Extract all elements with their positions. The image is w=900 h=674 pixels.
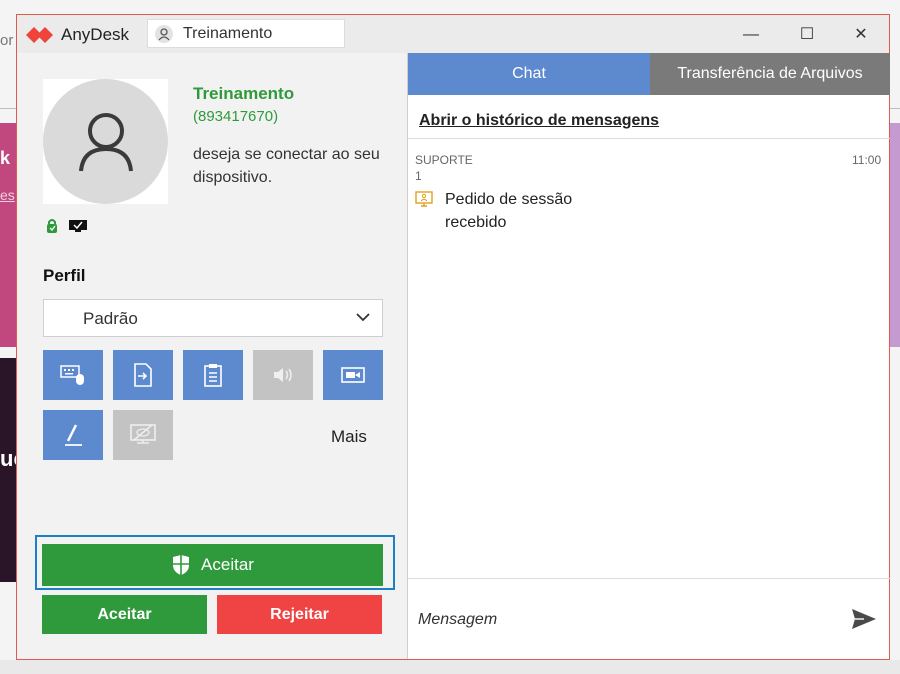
keyboard-mouse-icon xyxy=(60,365,84,385)
profile-select[interactable]: Padrão xyxy=(43,299,383,337)
person-icon xyxy=(79,113,133,172)
background-heading: k xyxy=(0,148,11,168)
maximize-button[interactable]: ☐ xyxy=(795,23,819,47)
background-footer xyxy=(0,660,900,674)
tab-file-transfer[interactable]: Transferência de Arquivos xyxy=(650,53,890,95)
compose-divider xyxy=(408,578,890,579)
accept-elevated-label: Aceitar xyxy=(201,555,254,574)
anydesk-window: AnyDesk Treinamento — ☐ ✕ Treinamento (8… xyxy=(16,14,890,660)
shield-icon xyxy=(173,555,190,575)
chat-panel: Chat Transferência de Arquivos Abrir o h… xyxy=(407,53,890,659)
message-time: 11:00 xyxy=(852,153,882,167)
avatar xyxy=(43,79,168,204)
peer-id: (893417670) xyxy=(193,108,279,125)
monitor-check-icon xyxy=(69,220,87,232)
message-sender: SUPORTE xyxy=(415,153,473,167)
keyboard-mouse-permission-button[interactable] xyxy=(43,350,103,400)
file-transfer-permission-button[interactable] xyxy=(113,350,173,400)
send-icon[interactable] xyxy=(850,607,878,631)
divider xyxy=(408,138,890,139)
video-permission-button[interactable] xyxy=(323,350,383,400)
user-icon xyxy=(155,25,173,43)
clipboard-icon xyxy=(204,364,222,387)
privacy-screen-icon xyxy=(130,424,156,444)
privacy-screen-permission-button[interactable] xyxy=(113,410,173,460)
sound-permission-button[interactable] xyxy=(253,350,313,400)
more-permissions-link[interactable]: Mais xyxy=(331,427,367,447)
draw-icon xyxy=(65,424,82,446)
close-button[interactable]: ✕ xyxy=(849,23,873,47)
tab-file-transfer-label: Transferência de Arquivos xyxy=(677,65,863,82)
session-tab-label: Treinamento xyxy=(183,25,273,42)
anydesk-logo-icon xyxy=(26,27,53,43)
background-link[interactable]: es xyxy=(0,187,15,203)
accept-button[interactable]: Aceitar xyxy=(42,595,207,634)
session-tab[interactable]: Treinamento xyxy=(147,19,345,48)
profile-selected-value: Padrão xyxy=(83,309,138,328)
reject-label: Rejeitar xyxy=(270,605,329,623)
session-request-icon xyxy=(415,191,433,207)
video-icon xyxy=(341,367,365,383)
tab-chat[interactable]: Chat xyxy=(408,53,650,95)
reject-button[interactable]: Rejeitar xyxy=(217,595,382,634)
background-text: or xyxy=(0,32,14,49)
message-history-link[interactable]: Abrir o histórico de mensagens xyxy=(419,112,659,130)
message-text: Pedido de sessão recebido xyxy=(445,191,573,231)
connection-request-text: deseja se conectar ao seu dispositivo. xyxy=(193,146,380,186)
minimize-button[interactable]: — xyxy=(739,23,763,47)
message-input[interactable] xyxy=(418,603,818,637)
peer-name: Treinamento xyxy=(193,84,295,103)
lock-icon xyxy=(47,219,57,233)
clipboard-permission-button[interactable] xyxy=(183,350,243,400)
draw-permission-button[interactable] xyxy=(43,410,103,460)
accept-elevated-button[interactable]: Aceitar xyxy=(42,544,383,586)
chevron-down-icon xyxy=(356,313,370,322)
title-bar[interactable]: AnyDesk Treinamento — ☐ ✕ xyxy=(17,15,889,53)
sound-icon xyxy=(274,368,292,382)
tab-chat-label: Chat xyxy=(512,65,546,82)
app-title: AnyDesk xyxy=(61,25,130,44)
accept-label: Aceitar xyxy=(97,605,152,623)
profile-label: Perfil xyxy=(43,266,86,285)
file-transfer-icon xyxy=(134,363,152,387)
message-count: 1 xyxy=(415,169,422,183)
